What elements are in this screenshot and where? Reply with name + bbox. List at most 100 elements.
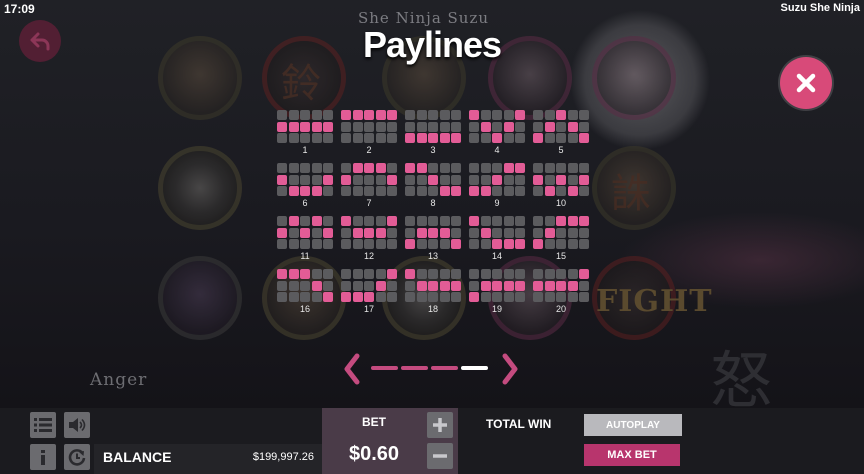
payline-cell [544,163,555,173]
payline-cell [387,239,397,249]
payline-cell [428,163,438,173]
payline-cell [533,163,543,173]
page-dot-2[interactable] [401,366,428,370]
payline-cell [492,163,502,173]
increase-bet-button[interactable] [427,412,453,438]
payline-cell [515,121,525,132]
payline-cell-active [352,163,363,173]
payline-cell [515,292,525,302]
info-button[interactable] [30,444,56,470]
close-button[interactable] [780,57,832,109]
payline-cell-active [288,186,299,196]
payline-cell [341,227,351,238]
payline-cell [300,163,310,173]
payline-cell [439,239,450,249]
payline-pattern [341,163,397,196]
payline-cell [416,121,427,132]
payline-cell [451,121,461,132]
payline-cell-active [469,216,479,226]
payline-cell-active [556,174,566,185]
payline-pattern [405,110,461,143]
payline-cell [544,110,555,120]
payline-cell-active [311,216,322,226]
payline-cell-active [288,216,299,226]
payline-cell [503,227,514,238]
payline-cell [352,121,363,132]
payline-cell-active [375,227,386,238]
balance-label: BALANCE [103,449,172,465]
payline-cell [469,280,479,291]
payline-cell [405,292,415,302]
history-button[interactable] [64,444,90,470]
page-dot-1[interactable] [371,366,398,370]
payline-cell [567,110,578,120]
payline-cell [451,174,461,185]
payline-cell [375,239,386,249]
payline-number: 3 [430,145,436,155]
payline-4: 4 [469,110,525,158]
payline-cell [341,280,351,291]
payline-cell [492,121,502,132]
payline-cell [364,269,374,279]
payline-cell [503,186,514,196]
payline-cell-active [300,186,310,196]
payline-cell [439,121,450,132]
autoplay-button[interactable]: AUTOPLAY [584,414,682,436]
payline-cell [428,269,438,279]
decrease-bet-button[interactable] [427,443,453,469]
payline-pattern [533,110,589,143]
payline-cell [579,292,589,302]
sound-icon [69,418,86,432]
payline-cell [439,110,450,120]
payline-cell [579,110,589,120]
payline-cell [375,216,386,226]
payline-cell-active [492,133,502,143]
payline-cell [567,227,578,238]
payline-cell [364,280,374,291]
payline-cell-active [352,110,363,120]
payline-cell [341,186,351,196]
payline-number: 1 [302,145,308,155]
payline-cell [556,269,566,279]
payline-2: 2 [341,110,397,158]
minus-icon [433,454,447,458]
payline-cell-active [439,186,450,196]
payline-cell-active [503,239,514,249]
payline-cell-active [544,280,555,291]
payline-cell [544,216,555,226]
payline-cell [480,174,491,185]
max-bet-button[interactable]: MAX BET [584,444,680,466]
payline-13: 13 [405,216,461,264]
payline-cell [288,110,299,120]
payline-number: 17 [363,304,374,314]
payline-cell [544,174,555,185]
previous-page-button[interactable] [342,352,362,386]
page-dot-4[interactable] [461,366,488,370]
payline-cell-active [439,280,450,291]
menu-button[interactable] [30,412,56,438]
next-page-button[interactable] [500,352,520,386]
payline-cell [352,239,363,249]
sound-button[interactable] [64,412,90,438]
payline-7: 7 [341,163,397,211]
payline-cell-active [405,269,415,279]
payline-cell-active [428,227,438,238]
payline-cell-active [341,292,351,302]
payline-cell [533,121,543,132]
payline-cell-active [416,133,427,143]
payline-cell [469,269,479,279]
payline-pattern [469,216,525,249]
payline-cell-active [323,121,333,132]
page-dot-3[interactable] [431,366,458,370]
payline-cell [556,163,566,173]
payline-cell [277,292,287,302]
payline-cell-active [277,121,287,132]
payline-cell [480,110,491,120]
payline-cell [567,239,578,249]
payline-cell [480,292,491,302]
payline-cell-active [300,227,310,238]
payline-cell-active [323,292,333,302]
payline-cell [492,110,502,120]
close-icon [796,73,816,93]
payline-17: 17 [341,269,397,317]
